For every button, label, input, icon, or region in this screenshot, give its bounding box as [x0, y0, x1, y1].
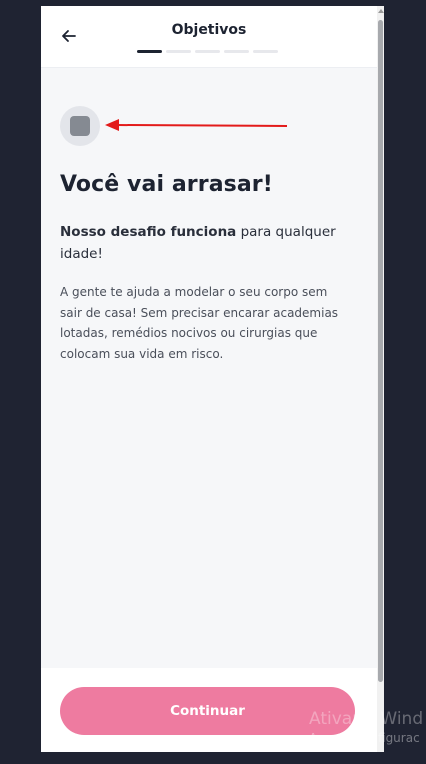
- windows-activation-watermark: Ativar o Wind Acesse Configurac: [309, 709, 426, 759]
- step-3: [195, 50, 220, 53]
- watermark-line-1: Ativar o Wind: [309, 709, 424, 729]
- step-2: [166, 50, 191, 53]
- scroll-thumb[interactable]: [378, 20, 383, 682]
- scroll-up-icon[interactable]: [378, 9, 384, 13]
- headline: Você vai arrasar!: [60, 172, 273, 197]
- lead-bold-text: Nosso desafio funciona: [60, 224, 237, 240]
- watermark-line-2: Acesse Configurac: [309, 731, 420, 745]
- lead-text: Nosso desafio funciona para qualquer ida…: [60, 221, 350, 265]
- step-1: [137, 50, 162, 53]
- placeholder-avatar-icon: [60, 106, 100, 146]
- step-progress: [137, 50, 278, 53]
- page-title: Objetivos: [171, 22, 247, 38]
- avatar-placeholder-shape: [70, 116, 90, 136]
- app-window: Objetivos Você vai arrasar! Nosso desafi…: [41, 6, 384, 752]
- red-arrow-annotation: [105, 119, 288, 131]
- step-4: [224, 50, 249, 53]
- step-5: [253, 50, 278, 53]
- scrollbar[interactable]: [377, 6, 384, 752]
- header: Objetivos: [41, 6, 377, 68]
- body-text: A gente te ajuda a modelar o seu corpo s…: [60, 285, 339, 361]
